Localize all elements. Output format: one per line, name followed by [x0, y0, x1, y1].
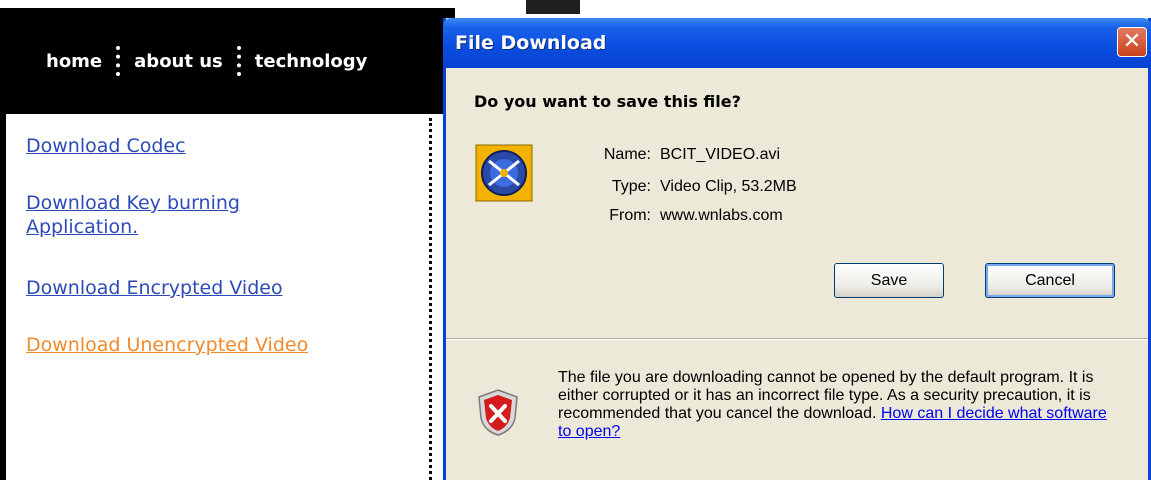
type-value: Video Clip, 53.2MB — [660, 178, 797, 195]
from-value: www.wnlabs.com — [660, 207, 783, 224]
download-encrypted-video-link[interactable]: Download Encrypted Video — [26, 276, 283, 300]
content-divider — [429, 118, 432, 480]
dialog-title: File Download — [455, 32, 607, 54]
save-button[interactable]: Save — [834, 263, 944, 298]
nav-technology[interactable]: technology — [255, 51, 368, 72]
nav-home[interactable]: home — [46, 51, 102, 72]
nav-about-us[interactable]: about us — [134, 51, 223, 72]
security-warning: The file you are downloading cannot be o… — [558, 369, 1118, 441]
nav-separator — [116, 46, 121, 76]
top-strip — [0, 0, 580, 8]
window-sliver — [526, 0, 580, 14]
site-nav-bar: home about us technology — [0, 8, 455, 114]
dialog-question: Do you want to save this file? — [474, 92, 741, 111]
name-label: Name: — [603, 146, 651, 163]
nav-separator — [236, 46, 241, 76]
download-unencrypted-video-link[interactable]: Download Unencrypted Video — [26, 333, 308, 357]
dialog-titlebar[interactable]: File Download ✕ — [443, 18, 1151, 68]
download-codec-link[interactable]: Download Codec — [26, 134, 186, 158]
security-shield-icon — [478, 389, 518, 436]
name-value: BCIT_VIDEO.avi — [660, 146, 781, 163]
file-download-dialog: File Download ✕ Do you want to save this… — [443, 18, 1151, 480]
cancel-button[interactable]: Cancel — [985, 263, 1115, 298]
download-key-burning-link[interactable]: Download Key burning Application. — [26, 191, 326, 239]
from-label: From: — [609, 207, 651, 224]
dialog-separator-highlight — [446, 339, 1148, 340]
type-label: Type: — [611, 178, 651, 195]
close-button[interactable]: ✕ — [1117, 27, 1147, 57]
